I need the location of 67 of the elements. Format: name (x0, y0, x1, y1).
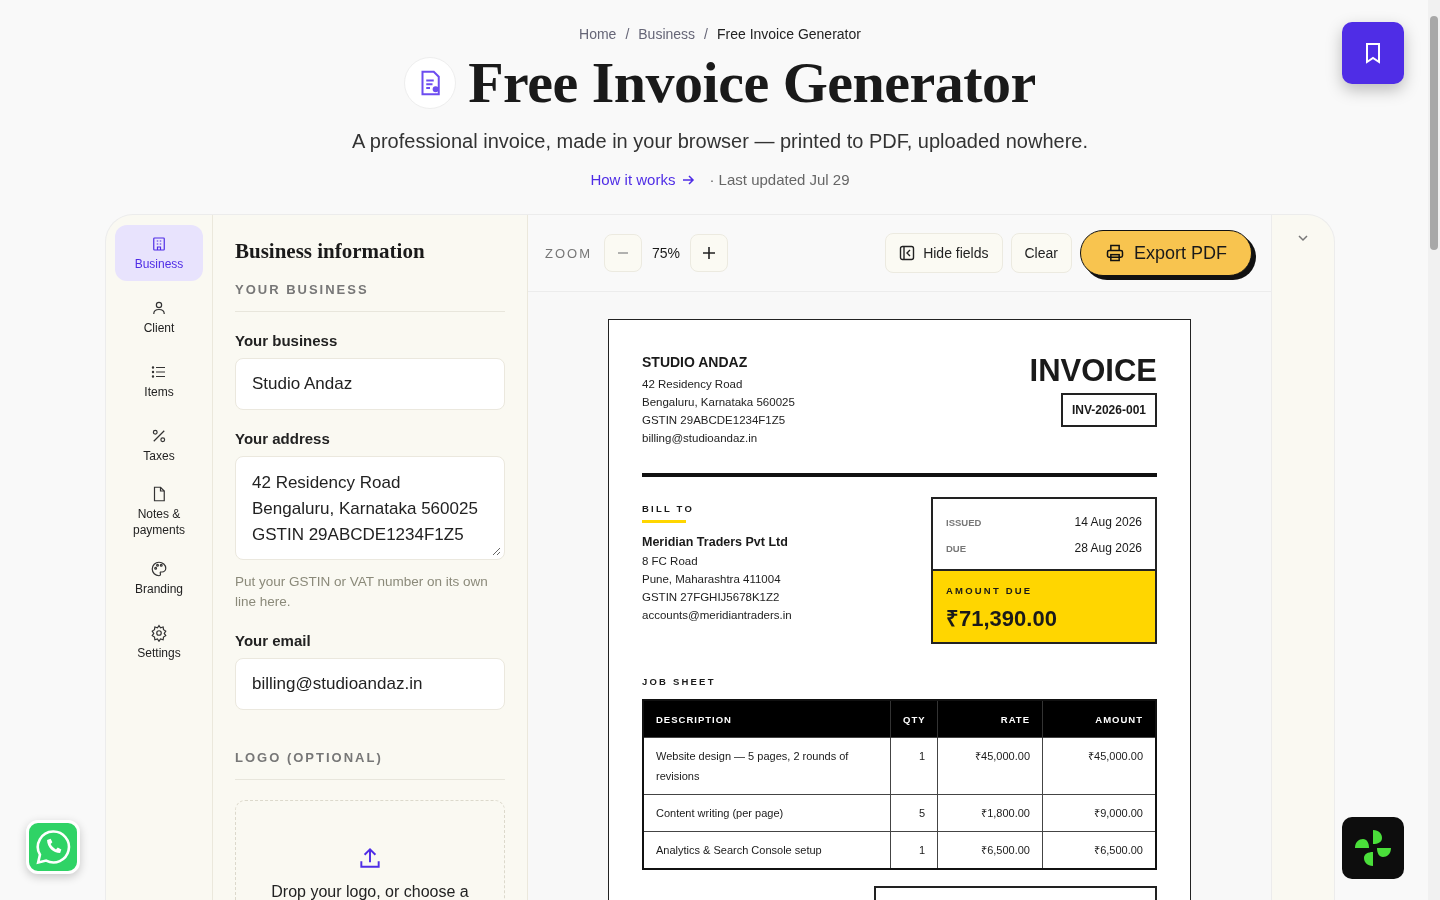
client-detail: Pune, Maharashtra 411004 (642, 572, 782, 587)
table-cell: Website design — 5 pages, 2 rounds of revisions (643, 737, 891, 795)
text-field[interactable]: Studio Andaz (235, 358, 505, 410)
invoice-number: INV-2026-001 (1060, 393, 1157, 427)
table-cell: 5 (890, 794, 938, 832)
address-field[interactable]: 42 Residency Road Bengaluru, Karnataka 560025 GSTIN 29ABCDE1234F1Z5 (235, 456, 505, 560)
sidebar-item[interactable]: Branding (115, 550, 203, 606)
section-heading: Business information (235, 239, 426, 264)
table-cell: 1 (890, 831, 938, 869)
sidebar-item[interactable]: Notes & payments (115, 481, 203, 542)
table-cell: Content writing (per page) (643, 794, 891, 832)
client-name: Meridian Traders Pvt Ltd (642, 535, 789, 549)
sender-detail: billing@studioandaz.in (642, 431, 759, 446)
table-cell: ₹45,000.00 (1042, 737, 1156, 795)
how-it-works-link[interactable]: How it works (590, 171, 696, 188)
field-hint: Put your GSTIN or VAT number on its own line here. (235, 573, 489, 611)
date-value: 28 Aug 2026 (1074, 541, 1142, 555)
column-header: RATE (937, 700, 1043, 738)
client-detail: 8 FC Road (642, 554, 699, 569)
client-detail: accounts@meridiantraders.in (642, 608, 792, 623)
table-cell: ₹1,800.00 (937, 794, 1043, 832)
job-sheet-label: JOB SHEET (642, 676, 717, 687)
sender-detail: GSTIN 29ABCDE1234F1Z5 (642, 413, 787, 428)
table-cell: ₹9,000.00 (1042, 794, 1156, 832)
breadcrumb-current: Free Invoice Generator (717, 26, 861, 42)
table-cell: Analytics & Search Console setup (643, 831, 891, 869)
sidebar-item[interactable]: Taxes (115, 417, 203, 473)
zoom-label: ZOOM (545, 245, 592, 261)
invoice-title: INVOICE (1029, 354, 1157, 388)
amount-due-label: AMOUNT DUE (946, 585, 1034, 596)
table-cell: ₹45,000.00 (937, 737, 1043, 795)
amount-due-value: ₹71,390.00 (946, 605, 1058, 632)
clear-button[interactable]: Clear (1010, 233, 1072, 273)
date-value: 14 Aug 2026 (1074, 515, 1142, 529)
sidebar-item[interactable]: Items (115, 353, 203, 409)
breadcrumb-link[interactable]: Home (579, 26, 617, 42)
last-updated: · Last updated Jul 29 (709, 171, 850, 188)
logo-drop-zone[interactable]: Drop your logo, or choose a (235, 800, 505, 900)
sender-name: STUDIO ANDAZ (642, 354, 749, 370)
hide-fields-button[interactable]: Hide fields (885, 233, 1003, 273)
group-label: LOGO (OPTIONAL) (235, 732, 505, 780)
breadcrumb-link[interactable]: Business (638, 26, 696, 42)
page-subtitle: A professional invoice, made in your browser — printed to PDF, uploaded nowhere. (351, 130, 1089, 153)
table-cell: ₹6,500.00 (937, 831, 1043, 869)
group-label: YOUR BUSINESS (235, 264, 505, 312)
text-field[interactable]: billing@studioandaz.in (235, 658, 505, 710)
zoom-value: 75% (652, 245, 681, 261)
table-cell: ₹6,500.00 (1042, 831, 1156, 869)
sender-detail: 42 Residency Road (642, 377, 744, 392)
breadcrumb-separator: / (625, 26, 630, 42)
sidebar-item[interactable]: Settings (115, 614, 203, 670)
column-header: QTY (890, 700, 938, 738)
table-cell: 1 (890, 737, 938, 795)
field-label: Your address (235, 430, 331, 447)
sender-detail: Bengaluru, Karnataka 560025 (642, 395, 795, 410)
date-label: ISSUED (946, 516, 982, 528)
bill-to-label: BILL TO (642, 503, 695, 514)
field-label: Your business (235, 332, 339, 349)
field-label: Your email (235, 632, 312, 649)
client-detail: GSTIN 27FGHIJ5678K1Z2 (642, 590, 781, 605)
sidebar-item[interactable]: Business (115, 225, 203, 281)
page-title: Free Invoice Generator (468, 50, 1036, 116)
breadcrumb-separator: / (704, 26, 708, 42)
date-label: DUE (946, 542, 967, 554)
column-header: DESCRIPTION (643, 700, 891, 738)
column-header: AMOUNT (1042, 700, 1156, 738)
sidebar-item[interactable]: Client (115, 289, 203, 345)
